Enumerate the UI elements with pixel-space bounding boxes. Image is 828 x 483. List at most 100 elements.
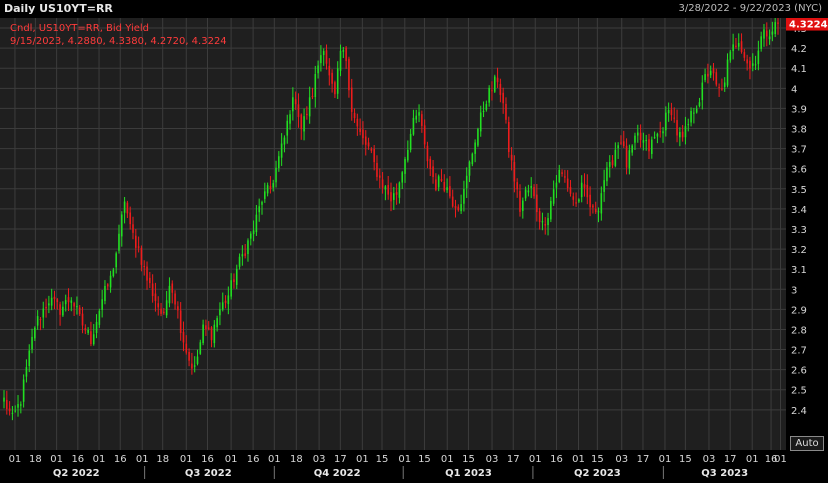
- candle: [771, 21, 774, 42]
- candle-body: [78, 307, 81, 315]
- candle-body: [311, 96, 314, 98]
- candle-body: [34, 327, 36, 339]
- candle-body: [59, 304, 61, 315]
- candle-body: [342, 50, 345, 52]
- candle-body: [109, 275, 112, 288]
- candle-body: [409, 133, 412, 150]
- candle-body: [457, 206, 460, 211]
- candle: [586, 174, 589, 205]
- candle: [101, 289, 103, 318]
- quarter-label: Q2 2022: [53, 468, 100, 479]
- candle: [541, 212, 544, 231]
- candle: [160, 302, 162, 317]
- candle-body: [603, 180, 605, 192]
- quarter-label: Q3 2023: [701, 468, 748, 479]
- quarter-label: Q1 2023: [445, 468, 492, 479]
- candle-body: [115, 253, 117, 268]
- x-tick-label: 18: [156, 454, 169, 465]
- x-tick-label: 01: [398, 454, 411, 465]
- candle-body: [620, 142, 622, 144]
- candle-body: [681, 131, 684, 138]
- candle: [651, 136, 653, 159]
- candle-body: [754, 64, 757, 66]
- candle: [336, 61, 339, 99]
- candlestick-chart[interactable]: [0, 14, 786, 450]
- candle-body: [454, 205, 457, 209]
- candle: [168, 277, 171, 308]
- candle: [123, 196, 126, 224]
- x-tick-label: 01: [441, 454, 454, 465]
- candle: [516, 178, 518, 198]
- candle-body: [693, 112, 695, 114]
- candle: [59, 301, 61, 326]
- candle-body: [81, 313, 84, 326]
- candle: [768, 29, 771, 45]
- quarter-label: Q2 2023: [574, 468, 621, 479]
- candle: [690, 107, 692, 127]
- candle-body: [676, 120, 678, 136]
- candle-body: [165, 300, 168, 316]
- candle-body: [771, 31, 774, 35]
- candle: [115, 251, 117, 274]
- candle: [732, 33, 734, 60]
- auto-scale-button[interactable]: Auto: [790, 436, 824, 451]
- candle: [564, 169, 566, 183]
- candle-body: [746, 59, 748, 64]
- candle-body: [589, 194, 591, 208]
- candle-body: [370, 148, 373, 151]
- candle-body: [247, 240, 249, 255]
- x-axis[interactable]: 01 18 01 16 01 16 01 18 01 16 01 16 01 18 03 17 01 15 01 15…: [0, 450, 787, 479]
- candle: [331, 69, 333, 93]
- candle: [653, 131, 656, 139]
- y-tick-label: 3.8: [791, 125, 807, 136]
- candle: [191, 352, 193, 375]
- y-tick-label: 3.1: [791, 265, 807, 276]
- candle-body: [774, 22, 776, 35]
- candle-body: [569, 186, 572, 194]
- candle: [238, 253, 241, 270]
- candle-body: [395, 192, 398, 195]
- candle-body: [202, 324, 204, 344]
- candle-body: [502, 92, 504, 104]
- y-axis[interactable]: 2.4 2.5 2.6 2.7 2.8 2.9 3 3.1 3.2 3.3 3.4 3.5 3.6 3.7…: [786, 16, 828, 450]
- y-tick-label: 2.6: [791, 366, 807, 377]
- candle-body: [11, 412, 14, 414]
- candle-body: [90, 331, 92, 345]
- candle-body: [426, 145, 429, 162]
- candle-body: [174, 293, 176, 305]
- candle-body: [712, 68, 715, 74]
- candle: [698, 97, 701, 108]
- candle: [451, 189, 454, 208]
- candle: [135, 229, 137, 258]
- candle-body: [62, 306, 64, 316]
- candle-body: [580, 182, 583, 198]
- candle-body: [3, 397, 5, 402]
- legend-series-line: Cndl, US10YT=RR, Bid Yield: [10, 23, 150, 34]
- plot-area[interactable]: [0, 14, 786, 450]
- candle: [205, 319, 207, 336]
- candle: [322, 48, 325, 66]
- x-tick-label: 01: [774, 454, 786, 465]
- candle-body: [31, 336, 33, 350]
- candle-body: [617, 145, 619, 149]
- candle-body: [362, 129, 364, 139]
- candle: [28, 344, 31, 373]
- candle: [376, 155, 378, 181]
- candle: [132, 216, 134, 240]
- candle-body: [721, 88, 723, 90]
- candle: [701, 75, 704, 110]
- candle: [390, 182, 392, 212]
- candle: [42, 301, 45, 329]
- candle: [210, 326, 213, 348]
- candle-body: [87, 329, 89, 333]
- candle-body: [768, 36, 771, 40]
- candle-body: [665, 112, 667, 131]
- candle-body: [132, 224, 134, 233]
- candle-body: [407, 149, 409, 161]
- candle: [740, 33, 743, 54]
- candle-body: [255, 214, 258, 233]
- x-tick-label: 17: [334, 454, 347, 465]
- candle-body: [331, 72, 333, 84]
- candle: [129, 206, 131, 230]
- x-tick-label: 01: [136, 454, 149, 465]
